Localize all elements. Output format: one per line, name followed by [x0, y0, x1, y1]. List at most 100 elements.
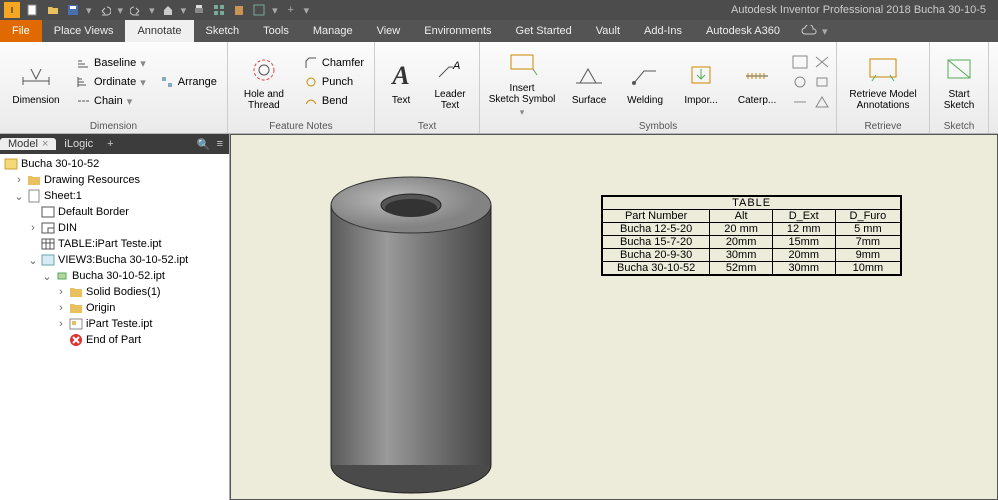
app-icon[interactable]: I [4, 2, 20, 18]
plus-icon[interactable]: + [284, 3, 298, 17]
welding-button[interactable]: Welding [620, 59, 670, 106]
tab-get-started[interactable]: Get Started [504, 20, 584, 42]
tab-add-ins[interactable]: Add-Ins [632, 20, 694, 42]
tab-tools[interactable]: Tools [251, 20, 301, 42]
expand-icon[interactable]: › [56, 286, 66, 298]
symbol-extra-icon[interactable] [792, 95, 808, 109]
tree-default-border[interactable]: Default Border [0, 204, 229, 220]
paste-icon[interactable] [232, 3, 246, 17]
dropdown-icon[interactable]: ▾ [181, 4, 187, 17]
leader-text-button[interactable]: A Leader Text [427, 53, 473, 111]
browser-tab-ilogic[interactable]: iLogic [56, 138, 101, 150]
undo-icon[interactable] [98, 3, 112, 17]
collapse-icon[interactable]: ⌄ [42, 270, 52, 283]
dropdown-icon[interactable]: ▾ [304, 4, 310, 17]
expand-icon[interactable]: › [56, 302, 66, 314]
tree-din[interactable]: ›DIN [0, 220, 229, 236]
print-icon[interactable] [192, 3, 206, 17]
panel-text: A Text A Leader Text Text [375, 42, 480, 133]
tab-place-views[interactable]: Place Views [42, 20, 126, 42]
tree-drawing-resources[interactable]: ›Drawing Resources [0, 172, 229, 188]
chamfer-button[interactable]: Chamfer [300, 55, 368, 71]
tree-view3[interactable]: ⌄VIEW3:Bucha 30-10-52.ipt [0, 252, 229, 268]
arrange-button[interactable]: Arrange [156, 74, 221, 90]
collapse-icon[interactable]: ⌄ [28, 254, 38, 267]
panel-dimension: Dimension Baseline▾ Ordinate▾ Chain▾ Arr… [0, 42, 228, 133]
import-button[interactable]: Impor... [676, 59, 726, 106]
expand-icon[interactable]: › [56, 318, 66, 330]
start-sketch-button[interactable]: Start Sketch [936, 53, 982, 111]
dropdown-icon[interactable]: ▾ [149, 4, 155, 17]
dropdown-icon[interactable]: ▾ [272, 4, 278, 17]
collapse-icon[interactable]: ⌄ [14, 190, 24, 203]
punch-button[interactable]: Punch [300, 74, 368, 90]
cloud-icon[interactable]: ▾ [800, 20, 828, 42]
tree-sheet[interactable]: ⌄Sheet:1 [0, 188, 229, 204]
search-icon[interactable]: 🔍 [197, 138, 211, 151]
properties-icon[interactable] [252, 3, 266, 17]
tab-environments[interactable]: Environments [412, 20, 503, 42]
folder-icon [69, 301, 83, 315]
surface-button[interactable]: Surface [564, 59, 614, 106]
tree-table[interactable]: TABLE:iPart Teste.ipt [0, 236, 229, 252]
panel-title: Symbols [486, 120, 830, 132]
new-icon[interactable] [26, 3, 40, 17]
open-icon[interactable] [46, 3, 60, 17]
ribbon-tabs: File Place Views Annotate Sketch Tools M… [0, 20, 998, 42]
save-icon[interactable] [66, 3, 80, 17]
menu-icon[interactable]: ≡ [217, 138, 223, 151]
tree-origin[interactable]: ›Origin [0, 300, 229, 316]
retrieve-annotations-button[interactable]: Retrieve Model Annotations [843, 53, 923, 111]
browser-tab-model[interactable]: Model× [0, 138, 56, 150]
symbol-extra-icon[interactable] [814, 75, 830, 89]
home-icon[interactable] [161, 3, 175, 17]
tab-file[interactable]: File [0, 20, 42, 42]
grid-icon[interactable] [212, 3, 226, 17]
tree-root[interactable]: Bucha 30-10-52 [0, 156, 229, 172]
tab-sketch[interactable]: Sketch [194, 20, 252, 42]
dropdown-icon[interactable]: ▾ [118, 4, 124, 17]
expand-icon[interactable]: › [14, 174, 24, 186]
panel-title: Sketch [936, 120, 982, 132]
symbol-extra-icon[interactable] [814, 95, 830, 109]
svg-text:A: A [452, 60, 460, 72]
symbol-extra-icon[interactable] [792, 55, 808, 69]
ordinate-button[interactable]: Ordinate▾ [72, 74, 150, 90]
ordinate-icon [76, 75, 90, 89]
tree-solid-bodies[interactable]: ›Solid Bodies(1) [0, 284, 229, 300]
caterpillar-button[interactable]: Caterp... [732, 59, 782, 106]
drawing-canvas[interactable]: TABLE Part Number Alt D_Ext D_Furo Bucha… [230, 134, 998, 500]
bend-button[interactable]: Bend [300, 93, 368, 109]
tree-end-of-part[interactable]: End of Part [0, 332, 229, 348]
add-tab-icon[interactable]: + [101, 138, 119, 150]
tab-a360[interactable]: Autodesk A360 [694, 20, 792, 42]
cylinder-view [311, 165, 511, 495]
table-header-row: Part Number Alt D_Ext D_Furo [602, 210, 901, 223]
baseline-button[interactable]: Baseline▾ [72, 55, 150, 71]
tab-annotate[interactable]: Annotate [125, 20, 193, 42]
table-row: Bucha 15-7-2020mm15mm7mm [602, 236, 901, 249]
symbol-extra-icon[interactable] [814, 55, 830, 69]
model-tree: Bucha 30-10-52 ›Drawing Resources ⌄Sheet… [0, 154, 229, 500]
dimension-button[interactable]: Dimension [6, 59, 66, 106]
dropdown-icon[interactable]: ▾ [86, 4, 92, 17]
redo-icon[interactable] [129, 3, 143, 17]
chain-button[interactable]: Chain▾ [72, 93, 150, 109]
ipart-icon [69, 317, 83, 331]
tab-vault[interactable]: Vault [584, 20, 632, 42]
text-button[interactable]: A Text [381, 59, 421, 106]
insert-sketch-symbol-button[interactable]: Insert Sketch Symbol▾ [486, 47, 558, 118]
table-header: D_Ext [772, 210, 835, 223]
tab-manage[interactable]: Manage [301, 20, 365, 42]
tree-ipart[interactable]: ›iPart Teste.ipt [0, 316, 229, 332]
tab-view[interactable]: View [365, 20, 413, 42]
table-title: TABLE [602, 196, 901, 210]
expand-icon[interactable]: › [28, 222, 38, 234]
text-icon: A [384, 59, 418, 93]
hole-thread-button[interactable]: Hole and Thread [234, 53, 294, 111]
close-icon[interactable]: × [42, 138, 48, 150]
tree-view3-file[interactable]: ⌄Bucha 30-10-52.ipt [0, 268, 229, 284]
symbol-extra-icon[interactable] [792, 75, 808, 89]
import-icon [684, 59, 718, 93]
hole-icon [247, 53, 281, 87]
